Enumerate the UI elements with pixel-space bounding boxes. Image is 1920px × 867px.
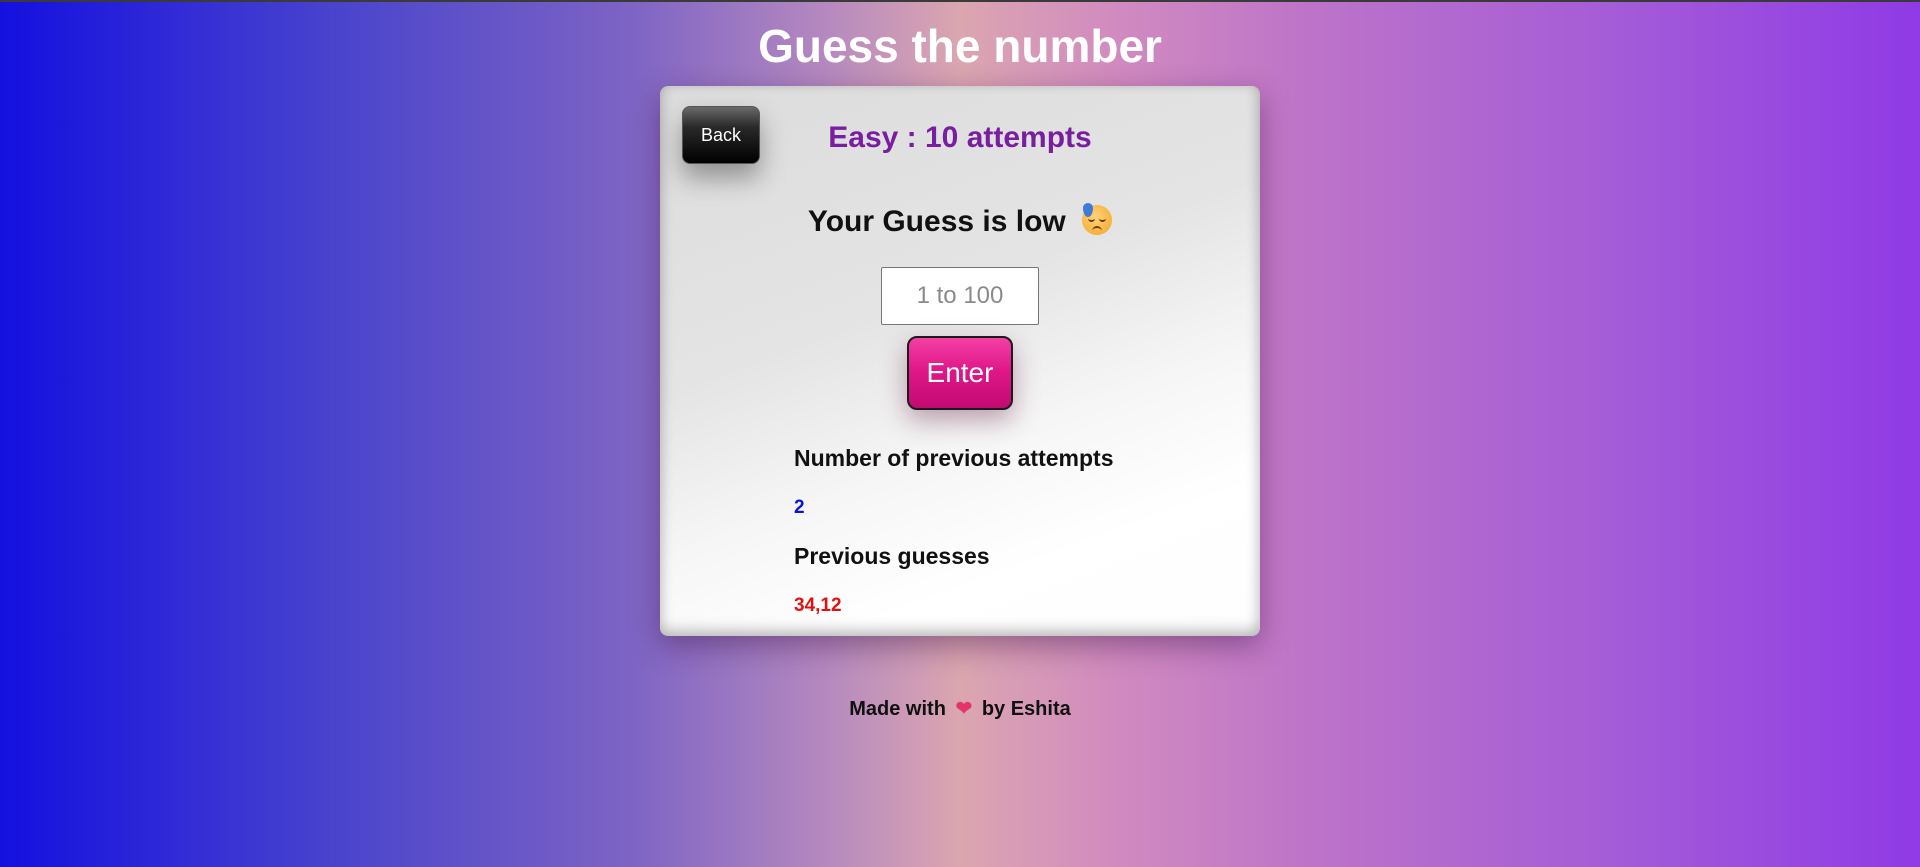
footer-prefix: Made with — [849, 698, 946, 720]
guess-input[interactable] — [881, 267, 1039, 325]
sad-sweat-face-icon — [1082, 203, 1113, 235]
game-card: Back Easy : 10 attempts Your Guess is lo… — [660, 86, 1260, 636]
previous-guesses-value: 34,12 — [794, 595, 842, 616]
difficulty-label: Easy : 10 attempts — [828, 121, 1092, 154]
attempts-count: 2 — [794, 497, 805, 518]
guess-feedback-text: Your Guess is low — [807, 205, 1066, 238]
heart-icon: ❤ — [955, 698, 973, 720]
footer-credit: Made with ❤ by Eshita — [0, 696, 1920, 722]
page-title: Guess the number — [758, 20, 1162, 72]
footer-suffix: by Eshita — [981, 698, 1071, 720]
browser-top-edge — [0, 0, 1920, 2]
guess-feedback: Your Guess is low — [660, 203, 1260, 240]
attempts-label: Number of previous attempts — [794, 445, 1114, 471]
previous-guesses-label: Previous guesses — [794, 543, 990, 569]
enter-button[interactable]: Enter — [907, 336, 1013, 410]
